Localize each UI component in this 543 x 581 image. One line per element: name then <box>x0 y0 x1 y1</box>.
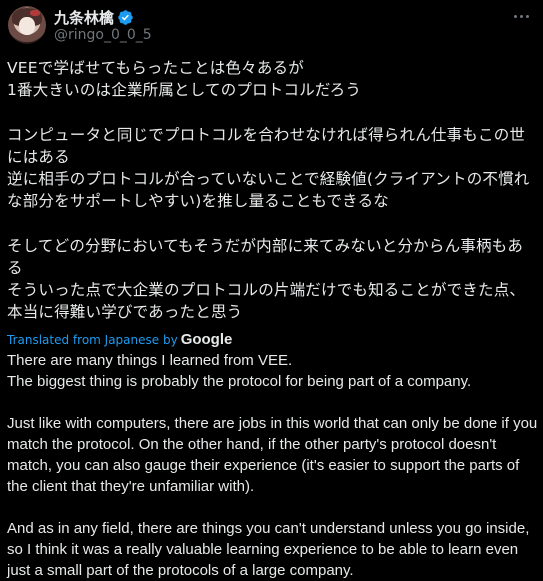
translation-label[interactable]: Translated from Japanese by <box>7 333 178 347</box>
translation-attribution: Translated from Japanese by Google <box>7 331 232 348</box>
more-dot <box>525 14 529 18</box>
tweet-original-text: VEEで学ばせてもらったことは色々あるが 1番大きいのは企業所属としてのプロトコ… <box>7 59 530 322</box>
google-logo: Google <box>180 331 233 348</box>
avatar-bow <box>30 10 40 16</box>
tweet-card: 九条林檎 @ringo_0_0_5 VEEで学ばせてもらったことは色々あるが 1… <box>0 0 543 579</box>
author-display-name[interactable]: 九条林檎 <box>54 7 114 28</box>
tweet-translated-text: There are many things I learned from VEE… <box>7 352 538 579</box>
more-dot <box>519 14 523 18</box>
more-dot <box>513 14 517 18</box>
author-name-row: 九条林檎 <box>54 7 134 28</box>
avatar-face <box>19 17 35 35</box>
author-handle[interactable]: @ringo_0_0_5 <box>54 27 152 43</box>
author-avatar[interactable] <box>8 6 46 44</box>
more-options-icon[interactable] <box>509 6 533 26</box>
verified-badge-icon[interactable] <box>117 9 134 26</box>
